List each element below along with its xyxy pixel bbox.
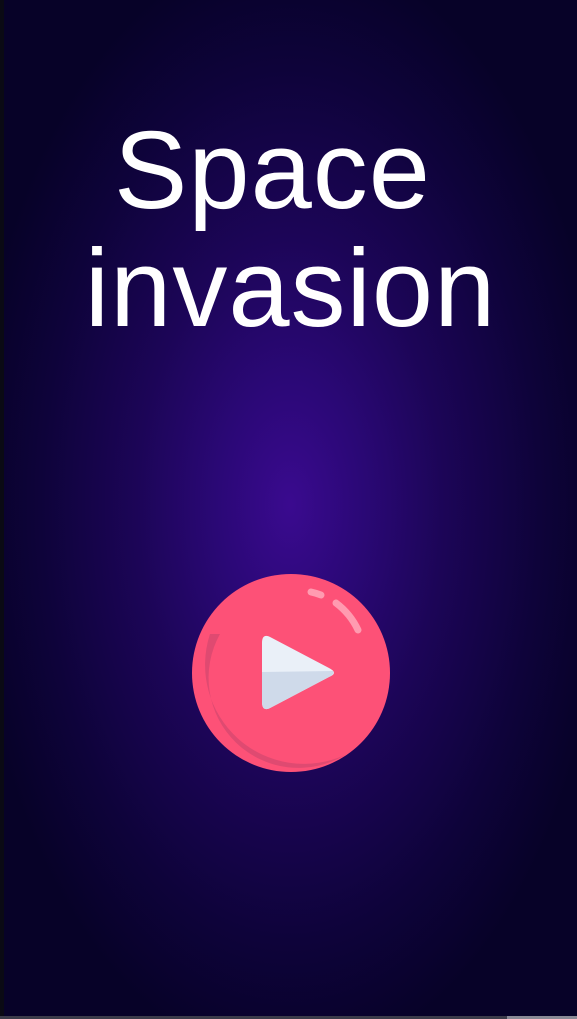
game-title: Space invasion [0,112,577,348]
game-start-screen: Space invasion [0,0,577,1019]
play-icon [192,574,390,772]
title-line-1: Space [114,109,431,232]
title-line-2: invasion [84,227,497,350]
play-button[interactable] [190,572,392,774]
play-button-highlight-dot [307,588,325,599]
